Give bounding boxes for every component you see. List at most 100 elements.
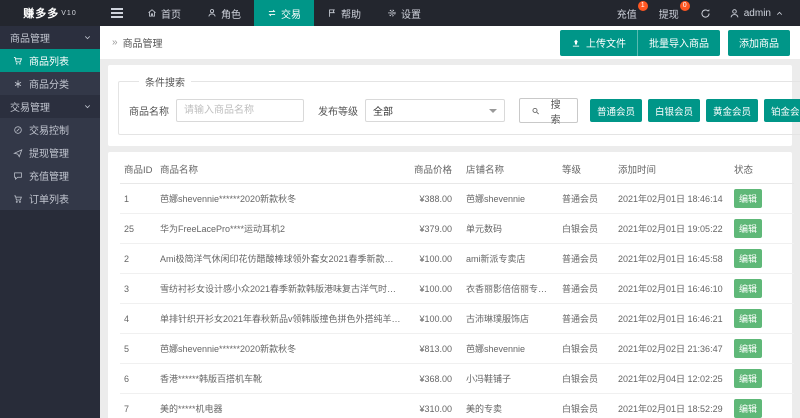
shop-name: 芭娜shevennie	[462, 334, 558, 364]
filter-button-3[interactable]: 铂金会员	[764, 99, 800, 122]
breadcrumb-label: 商品管理	[123, 35, 163, 50]
sidebar-label: 商品管理	[10, 30, 50, 45]
user-icon	[207, 8, 217, 18]
product-name: 芭娜shevennie******2020新款秋冬	[156, 334, 406, 364]
menu-toggle-icon[interactable]	[100, 0, 134, 26]
product-id: 7	[120, 394, 156, 418]
edit-button[interactable]: 编辑	[734, 279, 762, 298]
sidebar-item-1[interactable]: 商品列表	[0, 49, 100, 72]
refresh-icon[interactable]	[690, 8, 721, 19]
product-name-input[interactable]	[176, 99, 304, 122]
column-header-2: 商品价格	[406, 154, 462, 184]
product-price: ¥813.00	[406, 334, 462, 364]
added-time: 2021年02月01日 18:52:29	[614, 394, 730, 418]
user-menu[interactable]: admin	[721, 8, 792, 19]
level-select-value: 全部	[373, 103, 393, 118]
member-level: 普通会员	[558, 184, 614, 214]
status-actions: 编辑删除	[730, 394, 794, 418]
level-select[interactable]: 全部	[365, 99, 505, 122]
nav-item-flag[interactable]: 帮助	[314, 0, 374, 26]
top-navigation: 首页 角色交易帮助设置	[134, 0, 434, 26]
edit-button[interactable]: 编辑	[734, 369, 762, 388]
product-name: 单排针织开衫女2021年春秋新品v领韩版撞色拼色外搭纯羊毛上衣女	[156, 304, 406, 334]
nav-item-exchange[interactable]: 交易	[254, 0, 314, 26]
column-header-3: 店铺名称	[462, 154, 558, 184]
product-id: 1	[120, 184, 156, 214]
product-price: ¥100.00	[406, 244, 462, 274]
filter-button-0[interactable]: 普通会员	[590, 99, 642, 122]
product-table-card: 商品ID商品名称商品价格店铺名称等级添加时间状态 1芭娜shevennie***…	[108, 152, 792, 418]
control-icon	[13, 125, 23, 135]
member-level: 普通会员	[558, 274, 614, 304]
edit-button[interactable]: 编辑	[734, 219, 762, 238]
nav-item-home[interactable]: 首页	[134, 0, 194, 26]
exchange-icon	[267, 8, 277, 18]
added-time: 2021年02月02日 21:36:47	[614, 334, 730, 364]
shop-name: 美的专卖	[462, 394, 558, 418]
category-icon	[13, 79, 23, 89]
sidebar-section-3[interactable]: 交易管理	[0, 95, 100, 118]
product-price: ¥100.00	[406, 304, 462, 334]
search-icon	[531, 106, 540, 116]
add-product-button[interactable]: 添加商品	[728, 30, 790, 56]
edit-button[interactable]: 编辑	[734, 399, 762, 418]
edit-button[interactable]: 编辑	[734, 339, 762, 358]
sidebar-item-5[interactable]: 提现管理	[0, 141, 100, 164]
nav-item-gear[interactable]: 设置	[374, 0, 434, 26]
product-price: ¥368.00	[406, 364, 462, 394]
sidebar-section-0[interactable]: 商品管理	[0, 26, 100, 49]
batch-import-button[interactable]: 批量导入商品	[637, 30, 720, 56]
page-actions: 上传文件 批量导入商品 添加商品	[560, 30, 790, 56]
column-header-0: 商品ID	[120, 154, 156, 184]
member-level: 白银会员	[558, 334, 614, 364]
topbar-right: 充值 1 提现 0 admin	[606, 0, 800, 26]
filter-button-2[interactable]: 黄金会员	[706, 99, 758, 122]
edit-button[interactable]: 编辑	[734, 309, 762, 328]
added-time: 2021年02月04日 12:02:25	[614, 364, 730, 394]
content: 条件搜索 商品名称 发布等级 全部 搜 索 普通会员白银会员黄金会员铂金会员暂未…	[100, 59, 800, 418]
shop-name: 单元数码	[462, 214, 558, 244]
nav-label: 角色	[221, 6, 241, 21]
search-button[interactable]: 搜 索	[519, 98, 578, 123]
home-icon	[147, 8, 157, 18]
logo-version: V10	[61, 10, 76, 17]
product-price: ¥379.00	[406, 214, 462, 244]
table-row: 6香港******韩版百搭机车靴¥368.00小冯鞋铺子白银会员2021年02月…	[120, 364, 794, 394]
sidebar-label: 充值管理	[29, 168, 69, 183]
shop-name: 衣香丽影倍倍丽专卖店	[462, 274, 558, 304]
upload-button-group: 上传文件 批量导入商品	[560, 30, 720, 56]
added-time: 2021年02月01日 16:46:21	[614, 304, 730, 334]
cart-icon	[13, 56, 23, 66]
recharge-link[interactable]: 充值 1	[606, 0, 648, 26]
table-row: 7美的*****机电器¥310.00美的专卖白银会员2021年02月01日 18…	[120, 394, 794, 418]
edit-button[interactable]: 编辑	[734, 189, 762, 208]
member-level: 白银会员	[558, 214, 614, 244]
product-id: 5	[120, 334, 156, 364]
withdraw-badge: 0	[680, 1, 690, 11]
chevron-down-icon	[489, 109, 497, 113]
page-header: » 商品管理 上传文件 批量导入商品 添加商品	[100, 26, 800, 59]
table-row: 1芭娜shevennie******2020新款秋冬¥388.00芭娜sheve…	[120, 184, 794, 214]
sidebar-item-6[interactable]: 充值管理	[0, 164, 100, 187]
recharge-icon	[13, 171, 23, 181]
nav-item-user[interactable]: 角色	[194, 0, 254, 26]
recharge-badge: 1	[638, 1, 648, 11]
sidebar-item-4[interactable]: 交易控制	[0, 118, 100, 141]
withdraw-link[interactable]: 提现 0	[648, 0, 690, 26]
column-header-6: 状态	[730, 154, 794, 184]
status-actions: 编辑删除	[730, 334, 794, 364]
sidebar-item-2[interactable]: 商品分类	[0, 72, 100, 95]
column-header-4: 等级	[558, 154, 614, 184]
edit-button[interactable]: 编辑	[734, 249, 762, 268]
column-header-1: 商品名称	[156, 154, 406, 184]
filter-button-1[interactable]: 白银会员	[648, 99, 700, 122]
product-id: 4	[120, 304, 156, 334]
status-actions: 编辑删除	[730, 184, 794, 214]
sidebar-item-7[interactable]: 订单列表	[0, 187, 100, 210]
gear-icon	[387, 8, 397, 18]
upload-file-button[interactable]: 上传文件	[560, 30, 637, 56]
shop-name: 小冯鞋铺子	[462, 364, 558, 394]
table-row: 3雪纺衬衫女设计感小众2021春季新款韩版港味复古洋气时尚白色上衣¥100.00…	[120, 274, 794, 304]
chevron-up-icon	[775, 9, 784, 18]
sidebar-label: 提现管理	[29, 145, 69, 160]
